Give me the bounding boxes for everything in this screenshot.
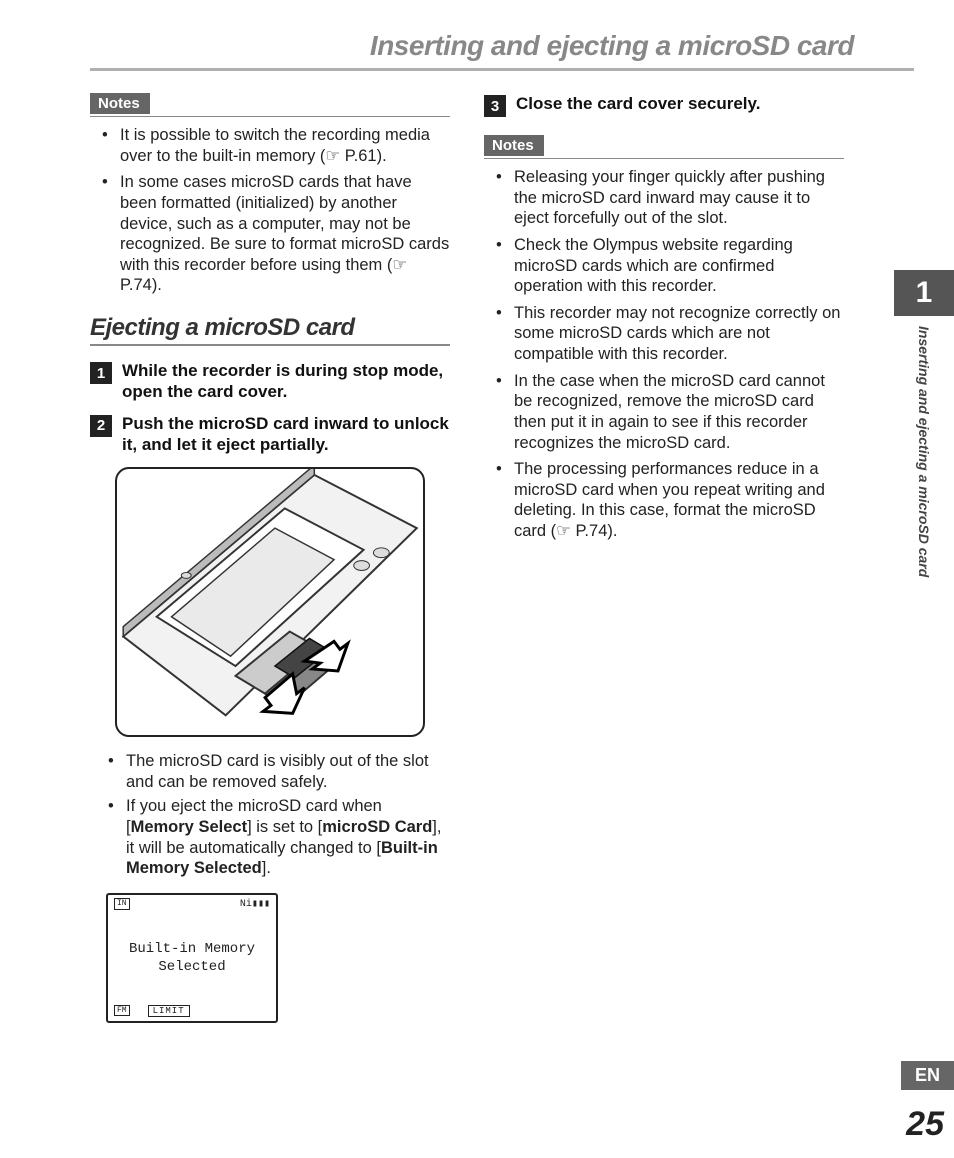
sub-item: The microSD card is visibly out of the s…	[112, 751, 450, 792]
device-illustration	[115, 467, 425, 737]
step-2: 2 Push the microSD card inward to unlock…	[90, 413, 450, 456]
language-badge: EN	[901, 1061, 954, 1090]
note-item: In the case when the microSD card cannot…	[500, 371, 844, 454]
note-item: This recorder may not recognize correctl…	[500, 303, 844, 365]
notes-list-right: Releasing your finger quickly after push…	[484, 167, 844, 542]
step-text: Close the card cover securely.	[516, 93, 760, 114]
note-item: Releasing your finger quickly after push…	[500, 167, 844, 229]
recorder-eject-diagram-icon	[117, 469, 423, 735]
note-item: The processing performances reduce in a …	[500, 459, 844, 542]
sub-list: The microSD card is visibly out of the s…	[90, 751, 450, 879]
battery-icon: Ni▮▮▮	[240, 898, 270, 910]
page-title: Inserting and ejecting a microSD card	[90, 30, 914, 71]
lcd-line1: Built-in Memory	[108, 940, 276, 958]
notes-rule	[90, 116, 450, 117]
note-item: It is possible to switch the recording m…	[106, 125, 450, 166]
sub-item: If you eject the microSD card when [Memo…	[112, 796, 450, 879]
note-item: In some cases microSD cards that have be…	[106, 172, 450, 296]
vertical-section-label: Inserting and ejecting a microSD card	[916, 326, 932, 656]
lcd-screenshot: IN Ni▮▮▮ Built-in Memory Selected FM LIM…	[106, 893, 278, 1023]
page-number: 25	[906, 1105, 944, 1144]
lcd-top-left-icon: IN	[114, 898, 130, 910]
step-3: 3 Close the card cover securely.	[484, 93, 844, 117]
notes-label: Notes	[484, 135, 544, 156]
lcd-line2: Selected	[108, 958, 276, 976]
chapter-number-tab: 1	[894, 270, 954, 316]
side-tab: 1 Inserting and ejecting a microSD card	[894, 270, 954, 666]
step-text: While the recorder is during stop mode, …	[122, 360, 450, 403]
lcd-limit-icon: LIMIT	[148, 1005, 190, 1017]
step-number: 3	[484, 95, 506, 117]
step-number: 1	[90, 362, 112, 384]
notes-rule	[484, 158, 844, 159]
note-item: Check the Olympus website regarding micr…	[500, 235, 844, 297]
right-column: 3 Close the card cover securely. Notes R…	[484, 93, 844, 1023]
step-1: 1 While the recorder is during stop mode…	[90, 360, 450, 403]
step-number: 2	[90, 415, 112, 437]
lcd-bottom-left-icon: FM	[114, 1005, 130, 1016]
left-column: Notes It is possible to switch the recor…	[90, 93, 450, 1023]
step-text: Push the microSD card inward to unlock i…	[122, 413, 450, 456]
notes-list-left: It is possible to switch the recording m…	[90, 125, 450, 296]
section-heading: Ejecting a microSD card	[90, 314, 450, 346]
notes-label: Notes	[90, 93, 150, 114]
